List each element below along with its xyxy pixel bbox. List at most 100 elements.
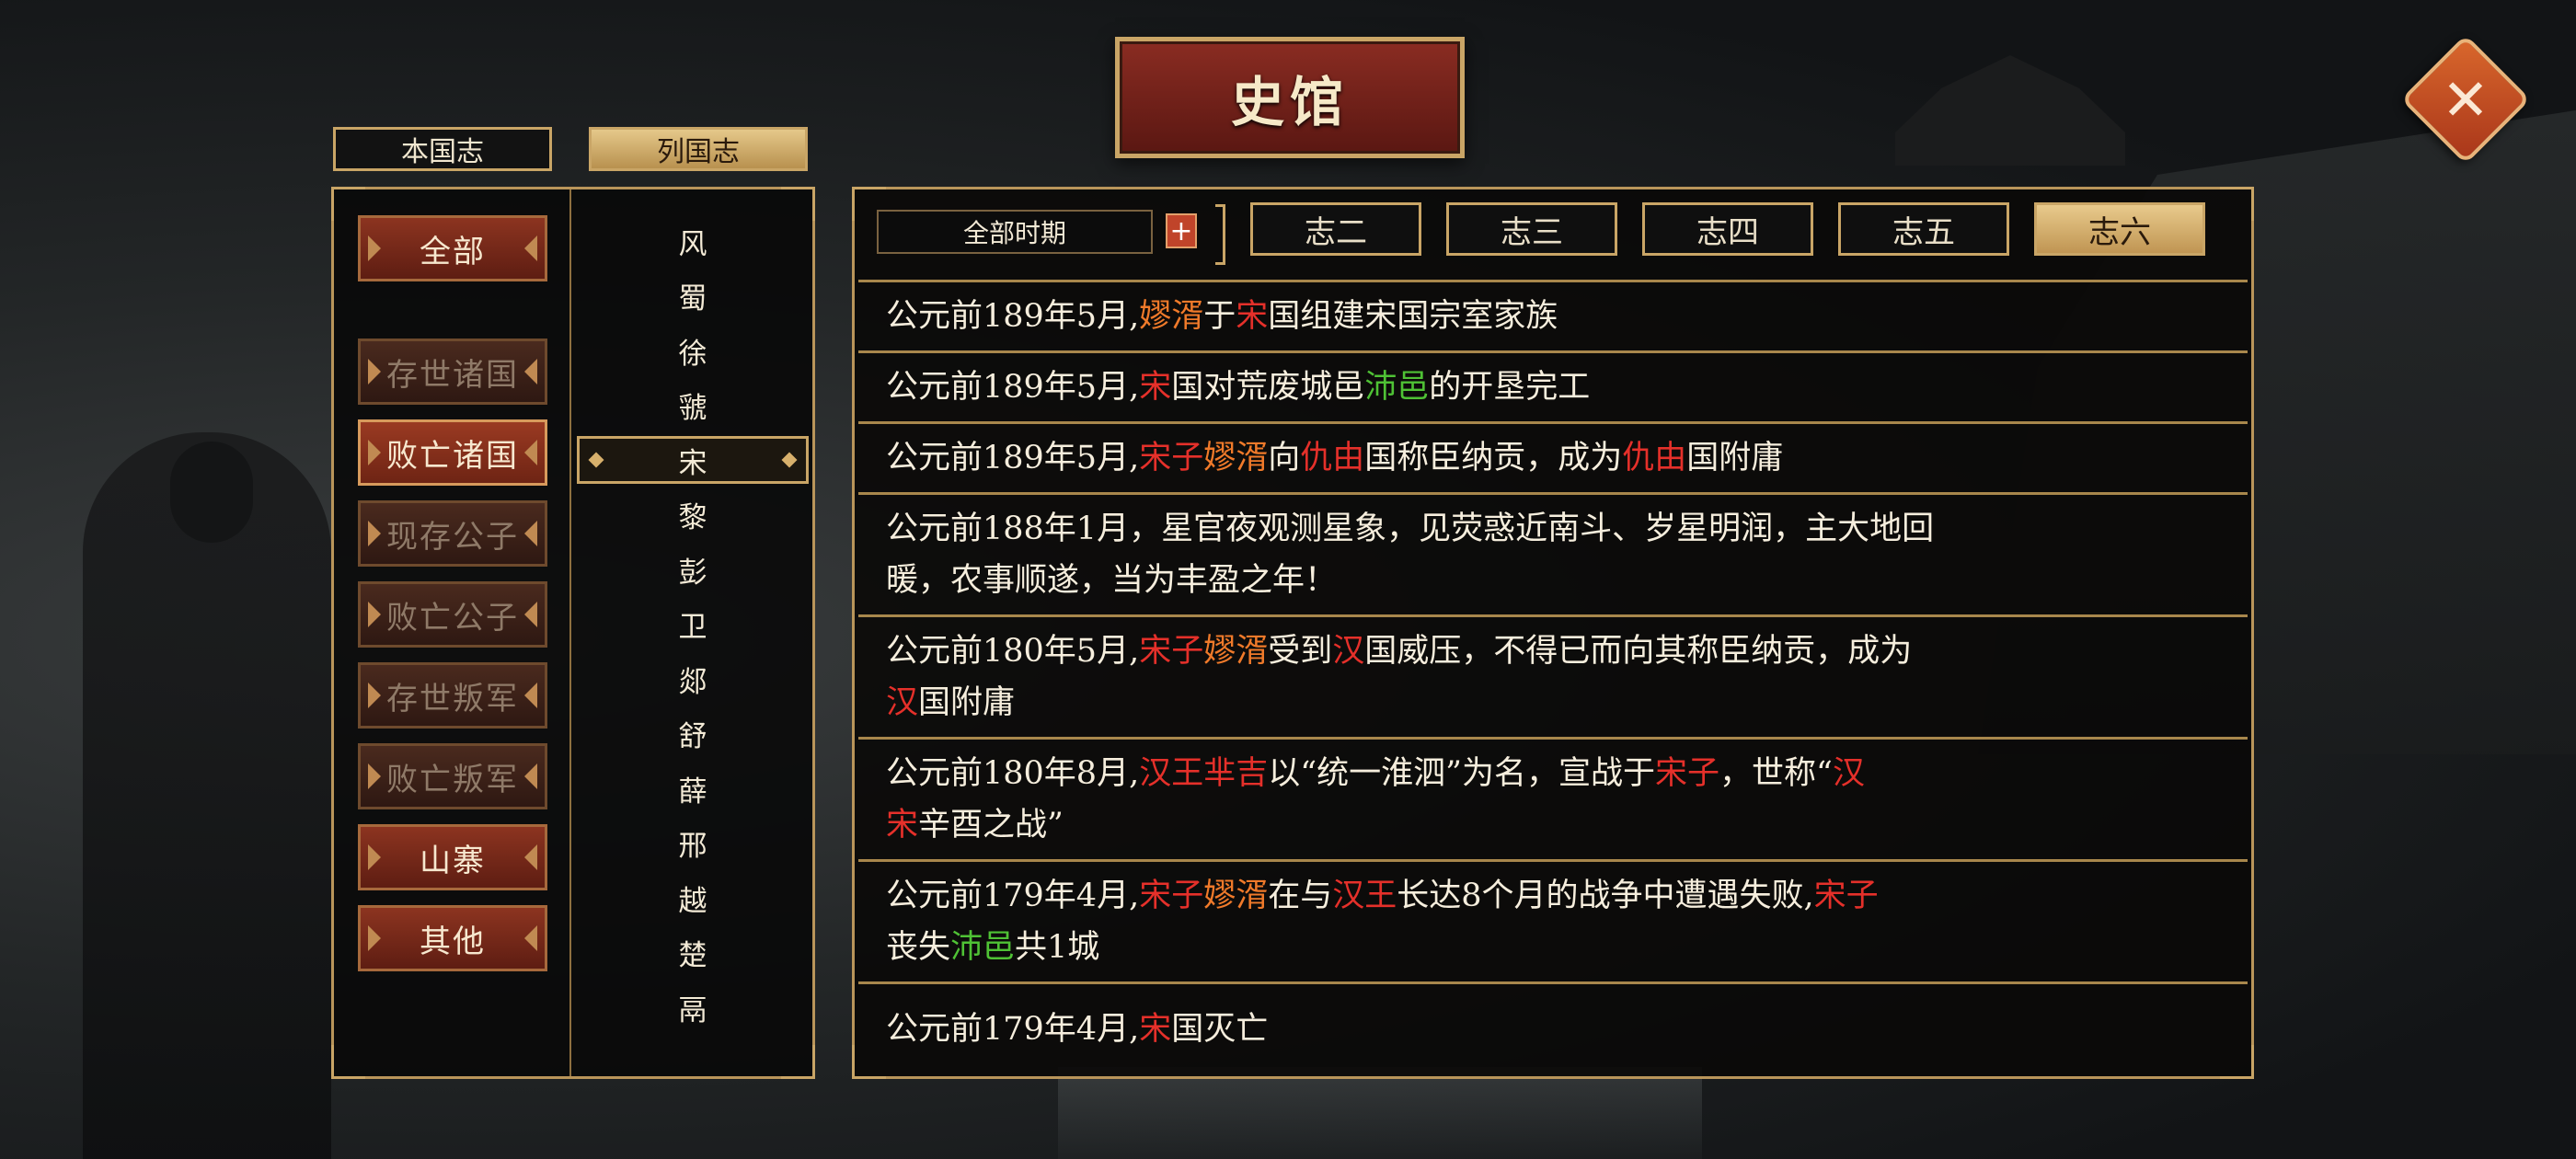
state-label: 卫: [678, 611, 707, 644]
corner-ornament: [781, 1045, 815, 1079]
log-entry: 公元前189年5月,宋国对荒废城邑沛邑的开垦完工: [858, 350, 2248, 421]
log-text-segment: 以“统一淮泗”为名，宣战于: [1268, 755, 1656, 792]
log-highlight: 汉王芈吉: [1139, 755, 1269, 792]
log-highlight: 沛邑: [1364, 369, 1430, 406]
category-button[interactable]: 现存公子: [358, 500, 547, 567]
log-highlight: 宋子: [1139, 878, 1204, 914]
log-highlight: 沛邑: [950, 929, 1016, 966]
log-text: 公元前189年5月,嫪湑于宋国组建宋国宗室家族: [886, 291, 1558, 342]
period-select[interactable]: 全部时期: [877, 210, 1153, 254]
log-text-segment: 公元前189年5月,: [886, 270, 1139, 272]
log-highlight: 仇由: [1300, 440, 1365, 476]
log-highlight: 嫪湑: [1203, 633, 1269, 670]
background-figure-head: [170, 442, 253, 543]
log-text-segment: 国附庸: [1686, 440, 1784, 476]
tab-lieguozhi[interactable]: 列国志: [589, 127, 808, 171]
state-item[interactable]: 郯: [575, 655, 811, 703]
state-label: 郯: [678, 665, 707, 699]
log-text-segment: 暖，农事顺遂，当为丰盈之年！: [886, 562, 1338, 599]
state-label: 越: [678, 884, 707, 918]
log-text-segment: 的开垦完工: [1429, 369, 1591, 406]
state-item[interactable]: 黎: [575, 491, 811, 539]
log-text-segment: 于: [1203, 298, 1236, 335]
history-log[interactable]: 公元前189年5月,宋子嫪湑于沛邑即位公元前189年5月,嫪湑于宋国组建宋国宗室…: [858, 270, 2248, 1074]
log-text-segment: 在与: [1268, 878, 1333, 914]
state-item[interactable]: 徐: [575, 327, 811, 374]
volume-tab[interactable]: 志六: [2034, 202, 2205, 256]
category-button[interactable]: 败亡叛军: [358, 743, 547, 809]
category-button[interactable]: 山寨: [358, 824, 547, 890]
log-text: 公元前188年1月，星官夜观测星象，见荧惑近南斗、岁星明润，主大地回暖，农事顺遂…: [886, 503, 1934, 606]
log-entry: 公元前179年4月,宋国灭亡: [858, 981, 2248, 1074]
log-line: 公元前180年8月,汉王芈吉以“统一淮泗”为名，宣战于宋子，世称“汉: [886, 748, 1865, 799]
log-entry: 公元前189年5月,嫪湑于宋国组建宋国宗室家族: [858, 280, 2248, 350]
panel-divider: [569, 189, 571, 1076]
log-entry: 公元前189年5月,宋子嫪湑于沛邑即位: [858, 270, 2248, 280]
log-line: 公元前188年1月，星官夜观测星象，见荧惑近南斗、岁星明润，主大地回: [886, 503, 1934, 555]
category-button[interactable]: 存世叛军: [358, 662, 547, 729]
state-item[interactable]: 风: [575, 217, 811, 265]
state-item[interactable]: 邢: [575, 820, 811, 867]
volume-tab[interactable]: 志三: [1446, 202, 1617, 256]
state-item[interactable]: 宋: [577, 436, 809, 484]
state-label: 薛: [678, 775, 707, 809]
log-highlight: 宋: [1139, 369, 1172, 406]
log-highlight: 汉: [886, 684, 919, 721]
page-title: 史馆: [1230, 71, 1349, 133]
log-text-segment: 国组建宋国宗室家族: [1268, 298, 1558, 335]
log-line: 公元前189年5月,嫪湑于宋国组建宋国宗室家族: [886, 291, 1558, 342]
state-item[interactable]: 彭: [575, 545, 811, 593]
log-highlight: 宋子: [1139, 440, 1204, 476]
state-label: 邢: [678, 830, 707, 863]
category-button[interactable]: 全部: [358, 215, 547, 281]
state-item[interactable]: 卫: [575, 601, 811, 648]
bracket-ornament: [1215, 204, 1225, 265]
log-text-segment: 公元前180年5月,: [886, 633, 1140, 670]
log-text: 公元前179年4月,宋子嫪湑在与汉王长达8个月的战争中遭遇失败,宋子 丧失沛邑共1…: [886, 870, 1879, 973]
tab-benguozhi[interactable]: 本国志: [333, 127, 552, 171]
state-item[interactable]: 楚: [575, 929, 811, 977]
log-line: 公元前189年5月,宋子嫪湑向仇由国称臣纳贡，成为仇由国附庸: [886, 432, 1783, 484]
state-label: 楚: [678, 939, 707, 972]
state-item[interactable]: 鬲: [575, 983, 811, 1031]
log-text: 公元前189年5月,宋国对荒废城邑沛邑的开垦完工: [886, 361, 1590, 413]
log-text-segment: 公元前180年8月,: [886, 755, 1140, 792]
log-text-segment: 于: [1268, 270, 1300, 272]
selection-diamond-icon: [588, 452, 604, 468]
state-item[interactable]: 蜀: [575, 272, 811, 320]
category-button[interactable]: 败亡诸国: [358, 419, 547, 486]
state-item[interactable]: 舒: [575, 710, 811, 758]
log-line: 宋辛酉之战”: [886, 799, 1865, 851]
log-line: 公元前189年5月,宋国对荒废城邑沛邑的开垦完工: [886, 361, 1590, 413]
title-plaque: 史馆: [1115, 37, 1465, 158]
log-text-segment: 辛酉之战”: [918, 807, 1064, 843]
volume-tab[interactable]: 志二: [1250, 202, 1421, 256]
state-label: 舒: [678, 720, 707, 753]
state-item[interactable]: 薛: [575, 764, 811, 812]
state-item[interactable]: 越: [575, 874, 811, 922]
log-line: 暖，农事顺遂，当为丰盈之年！: [886, 555, 1934, 606]
log-text-segment: 公元前189年5月,: [886, 369, 1140, 406]
close-icon[interactable]: ✕: [2420, 53, 2512, 145]
volume-tab[interactable]: 志五: [1838, 202, 2009, 256]
log-highlight: 汉: [1332, 633, 1365, 670]
log-text-segment: 公元前179年4月,: [886, 878, 1140, 914]
corner-ornament: [331, 1045, 365, 1079]
log-text-segment: 国威压，不得已而向其称臣纳贡，成为: [1364, 633, 1913, 670]
log-highlight: 沛邑: [1300, 270, 1364, 272]
category-button[interactable]: 败亡公子: [358, 581, 547, 648]
log-highlight: 宋子: [1813, 878, 1879, 914]
log-highlight: 仇由: [1622, 440, 1687, 476]
state-item[interactable]: 虢: [575, 382, 811, 430]
log-text: 公元前180年5月,宋子嫪湑受到汉国威压，不得已而向其称臣纳贡，成为 汉国附庸: [886, 625, 1912, 729]
log-entry: 公元前180年8月,汉王芈吉以“统一淮泗”为名，宣战于宋子，世称“汉 宋辛酉之战”: [858, 737, 2248, 859]
log-text: 公元前179年4月,宋国灭亡: [886, 1004, 1268, 1055]
log-text-segment: 共1城: [1015, 929, 1100, 966]
log-text-segment: 即位: [1364, 270, 1429, 272]
category-button[interactable]: 其他: [358, 905, 547, 971]
category-button[interactable]: 存世诸国: [358, 339, 547, 405]
log-highlight: 宋子: [1139, 633, 1204, 670]
background-figure: [83, 432, 331, 1159]
period-plus-button[interactable]: +: [1166, 213, 1197, 248]
volume-tab[interactable]: 志四: [1642, 202, 1813, 256]
